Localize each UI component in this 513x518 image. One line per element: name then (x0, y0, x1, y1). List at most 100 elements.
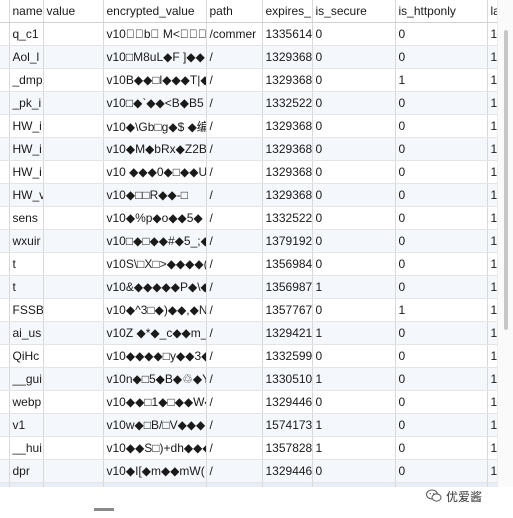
table-row[interactable]: HW_iv10◆M◆bRx◆Z2B/13293680013 (0, 137, 497, 161)
cell-path[interactable]: /commer (206, 22, 263, 46)
row-header[interactable] (0, 459, 10, 483)
row-header[interactable] (0, 206, 10, 230)
cell-value[interactable] (43, 298, 104, 322)
cell-value[interactable] (43, 45, 104, 69)
cell-is-secure[interactable]: 1 (312, 436, 396, 460)
cell-value[interactable] (43, 413, 104, 437)
cell-expires[interactable]: 1335614 (262, 22, 313, 46)
column-header-is-httponly[interactable]: is_httponly (395, 0, 488, 23)
cell-encrypted-value[interactable]: v10S\□X□>◆◆◆◆( (103, 252, 207, 276)
table-row[interactable]: t v10&◆◆◆◆◆P◆\◆◆/13569871013 (0, 275, 497, 299)
cell-is-httponly[interactable]: 0 (395, 206, 488, 230)
cell-is-secure[interactable]: 0 (312, 137, 396, 161)
table-row[interactable]: Aol_lv10□M8uL◆F ]◆◆/13293680013 (0, 45, 497, 69)
cell-value[interactable] (43, 321, 104, 345)
cell-encrypted-value[interactable]: v10◆^3□◆)◆◆,◆N (103, 298, 207, 322)
cell-name[interactable]: t (9, 252, 44, 276)
column-header-name[interactable]: name (9, 0, 44, 23)
vertical-scrollbar[interactable] (497, 0, 513, 487)
cell-expires[interactable]: 1329368 (262, 137, 313, 161)
cell-la[interactable]: 13 (487, 160, 497, 184)
cell-la[interactable]: 13 (487, 436, 497, 460)
table-row[interactable]: sensv10◆%p◆o◆◆5◆/13325220013 (0, 206, 497, 230)
cell-la[interactable]: 13 (487, 229, 497, 253)
cell-is-httponly[interactable]: 0 (395, 459, 488, 483)
column-header-last[interactable]: la (487, 0, 497, 23)
cell-is-httponly[interactable]: 0 (395, 137, 488, 161)
column-header-path[interactable]: path (206, 0, 263, 23)
cell-name[interactable]: dpr (9, 459, 44, 483)
cell-is-secure[interactable]: 0 (312, 45, 396, 69)
row-header[interactable] (0, 68, 10, 92)
cell-path[interactable]: / (206, 275, 263, 299)
cell-la[interactable]: 13 (487, 183, 497, 207)
cell-name[interactable]: ai_us (9, 321, 44, 345)
cell-encrypted-value[interactable]: v10□◆`◆◆<B◆B5 (103, 91, 207, 115)
cell-expires[interactable]: 1357828 (262, 436, 313, 460)
cell-is-secure[interactable]: 1 (312, 321, 396, 345)
cell-la[interactable]: 13 (487, 390, 497, 414)
cell-is-httponly[interactable]: 1 (395, 298, 488, 322)
cell-value[interactable] (43, 459, 104, 483)
table-row[interactable]: q_c1v10  b  M<   l/commer13356140013 (0, 22, 497, 46)
table-row[interactable]: v1 v10w◆□B/□V◆◆◆/15741731013 (0, 413, 497, 437)
cell-value[interactable] (43, 183, 104, 207)
cell-name[interactable]: _dmp (9, 68, 44, 92)
cell-expires[interactable]: 1332599 (262, 344, 313, 368)
cell-is-secure[interactable]: 0 (312, 229, 396, 253)
cell-path[interactable]: / (206, 229, 263, 253)
cell-is-httponly[interactable]: 0 (395, 390, 488, 414)
row-header[interactable] (0, 298, 10, 322)
cell-path[interactable]: / (206, 321, 263, 345)
cell-is-secure[interactable]: 1 (312, 413, 396, 437)
cell-name[interactable]: t (9, 275, 44, 299)
column-header-expires[interactable]: expires_ (262, 0, 313, 23)
cell-encrypted-value[interactable]: v10□M8uL◆F ]◆◆ (103, 45, 207, 69)
cell-is-secure[interactable]: 0 (312, 183, 396, 207)
cell-is-secure[interactable]: 0 (312, 344, 396, 368)
cell-encrypted-value[interactable]: v10◆%p◆o◆◆5◆ (103, 206, 207, 230)
row-header[interactable] (0, 413, 10, 437)
cell-name[interactable]: FSSB (9, 298, 44, 322)
cell-is-httponly[interactable]: 0 (395, 183, 488, 207)
cell-is-httponly[interactable]: 0 (395, 22, 488, 46)
table-row[interactable]: HW_vv10◆□□R◆◆-□/13293680013 (0, 183, 497, 207)
cell-expires[interactable]: 1357767 (262, 298, 313, 322)
table-row[interactable]: HW_iv10 ◆◆◆0◆□◆◆U_l/13293680013 (0, 160, 497, 184)
cell-is-secure[interactable]: 0 (312, 114, 396, 138)
column-header-value[interactable]: value (43, 0, 104, 23)
row-header[interactable] (0, 321, 10, 345)
cell-is-httponly[interactable]: 0 (395, 413, 488, 437)
table-row[interactable]: ai_us v10Z ◆*◆_c◆◆m_-/13294211013 (0, 321, 497, 345)
cell-path[interactable]: / (206, 160, 263, 184)
row-header[interactable] (0, 137, 10, 161)
cell-expires[interactable]: 1329368 (262, 45, 313, 69)
table-row[interactable]: __hui v10◆◆S□)+dh◆◆◆/13578281013 (0, 436, 497, 460)
cell-encrypted-value[interactable]: v10n◆□5◆B◆♲◆Y (103, 367, 207, 391)
cell-name[interactable]: sens (9, 206, 44, 230)
cell-value[interactable] (43, 436, 104, 460)
cell-is-httponly[interactable]: 0 (395, 252, 488, 276)
row-header[interactable] (0, 22, 10, 46)
cell-path[interactable]: / (206, 436, 263, 460)
cell-la[interactable]: 13 (487, 367, 497, 391)
cell-expires[interactable]: 1332522 (262, 91, 313, 115)
cell-path[interactable]: / (206, 137, 263, 161)
cell-la[interactable]: 13 (487, 275, 497, 299)
cell-la[interactable]: 13 (487, 45, 497, 69)
cell-expires[interactable]: 1329368 (262, 160, 313, 184)
cell-path[interactable]: / (206, 367, 263, 391)
cookies-grid[interactable]: name value encrypted_value path expires_… (0, 0, 497, 487)
cell-la[interactable]: 13 (487, 252, 497, 276)
row-header[interactable] (0, 390, 10, 414)
cell-encrypted-value[interactable]: v10◆◆S□)+dh◆◆◆ (103, 436, 207, 460)
row-header[interactable] (0, 436, 10, 460)
cell-encrypted-value[interactable]: v10◆◆□1◆□◆◆W◆ (103, 390, 207, 414)
cell-path[interactable]: / (206, 413, 263, 437)
row-header[interactable] (0, 91, 10, 115)
cell-is-secure[interactable]: 1 (312, 367, 396, 391)
cell-value[interactable] (43, 229, 104, 253)
row-header[interactable] (0, 229, 10, 253)
cell-is-httponly[interactable]: 0 (395, 114, 488, 138)
horizontal-scroll-thumb[interactable] (94, 508, 114, 511)
